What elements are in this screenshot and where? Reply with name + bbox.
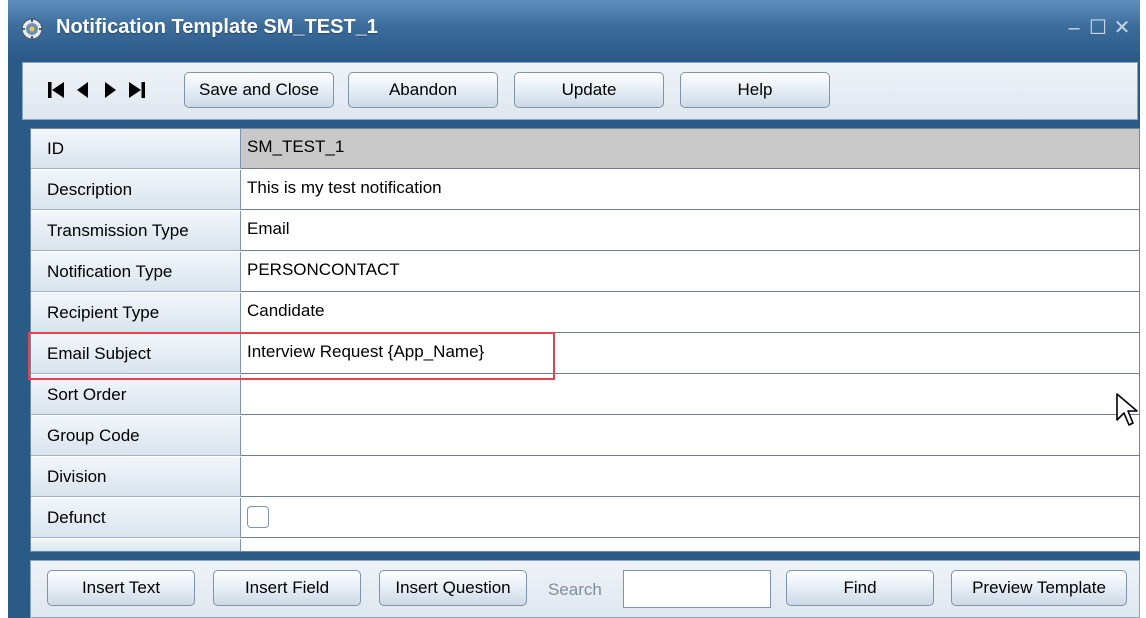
field-label-id: ID [31, 129, 241, 169]
insert-text-button[interactable]: Insert Text [47, 570, 195, 606]
search-label: Search [548, 580, 602, 599]
field-label-defunct: Defunct [31, 498, 241, 538]
field-label-empty [31, 539, 241, 551]
field-label-division: Division [31, 457, 241, 497]
form-row-sort-order: Sort Order [31, 375, 1139, 416]
next-record-icon[interactable] [99, 79, 121, 101]
insert-question-button[interactable]: Insert Question [379, 570, 527, 606]
maximize-icon[interactable]: ☐ [1088, 18, 1108, 38]
form-row-recipient-type: Recipient Type Candidate [31, 293, 1139, 334]
notification-template-window: Notification Template SM_TEST_1 – ☐ ✕ Sa… [8, 0, 1140, 618]
field-label-transmission-type: Transmission Type [31, 211, 241, 251]
id-value: SM_TEST_1 [241, 129, 1139, 169]
find-button[interactable]: Find [786, 570, 934, 606]
toolbar: Save and Close Abandon Update Help [22, 62, 1138, 120]
form-row-id: ID SM_TEST_1 [31, 129, 1139, 170]
search-input[interactable] [623, 570, 771, 608]
description-field[interactable]: This is my test notification [241, 170, 1139, 210]
template-form: ID SM_TEST_1 Description This is my test… [30, 128, 1140, 552]
division-field[interactable] [241, 457, 1139, 497]
field-label-email-subject: Email Subject [31, 334, 241, 374]
first-record-icon[interactable] [45, 79, 67, 101]
insert-field-button[interactable]: Insert Field [213, 570, 361, 606]
save-and-close-button[interactable]: Save and Close [184, 72, 334, 108]
field-label-recipient-type: Recipient Type [31, 293, 241, 333]
sort-order-field[interactable] [241, 375, 1139, 415]
update-button[interactable]: Update [514, 72, 664, 108]
abandon-button[interactable]: Abandon [348, 72, 498, 108]
window-title: Notification Template SM_TEST_1 [56, 16, 378, 38]
title-bar[interactable]: Notification Template SM_TEST_1 – ☐ ✕ [8, 0, 1140, 58]
field-label-notification-type: Notification Type [31, 252, 241, 292]
form-row-division: Division [31, 457, 1139, 498]
preview-template-button[interactable]: Preview Template [951, 570, 1127, 606]
field-label-group-code: Group Code [31, 416, 241, 456]
form-row-group-code: Group Code [31, 416, 1139, 457]
previous-record-icon[interactable] [72, 79, 94, 101]
email-subject-field[interactable]: Interview Request {App_Name} [241, 334, 1139, 374]
group-code-field[interactable] [241, 416, 1139, 456]
field-label-sort-order: Sort Order [31, 375, 241, 415]
bottom-toolbar: Insert Text Insert Field Insert Question… [30, 560, 1140, 618]
defunct-cell [241, 498, 1139, 538]
help-button[interactable]: Help [680, 72, 830, 108]
form-row-defunct: Defunct [31, 498, 1139, 539]
minimize-icon[interactable]: – [1064, 18, 1084, 38]
notification-type-field[interactable]: PERSONCONTACT [241, 252, 1139, 292]
defunct-checkbox[interactable] [247, 506, 269, 528]
form-row-notification-type: Notification Type PERSONCONTACT [31, 252, 1139, 293]
app-gear-icon [21, 18, 43, 40]
close-icon[interactable]: ✕ [1112, 18, 1132, 38]
form-row-email-subject: Email Subject Interview Request {App_Nam… [31, 334, 1139, 375]
last-record-icon[interactable] [126, 79, 148, 101]
field-label-description: Description [31, 170, 241, 210]
form-row-description: Description This is my test notification [31, 170, 1139, 211]
recipient-type-field[interactable]: Candidate [241, 293, 1139, 333]
form-row-transmission-type: Transmission Type Email [31, 211, 1139, 252]
transmission-type-field[interactable]: Email [241, 211, 1139, 251]
